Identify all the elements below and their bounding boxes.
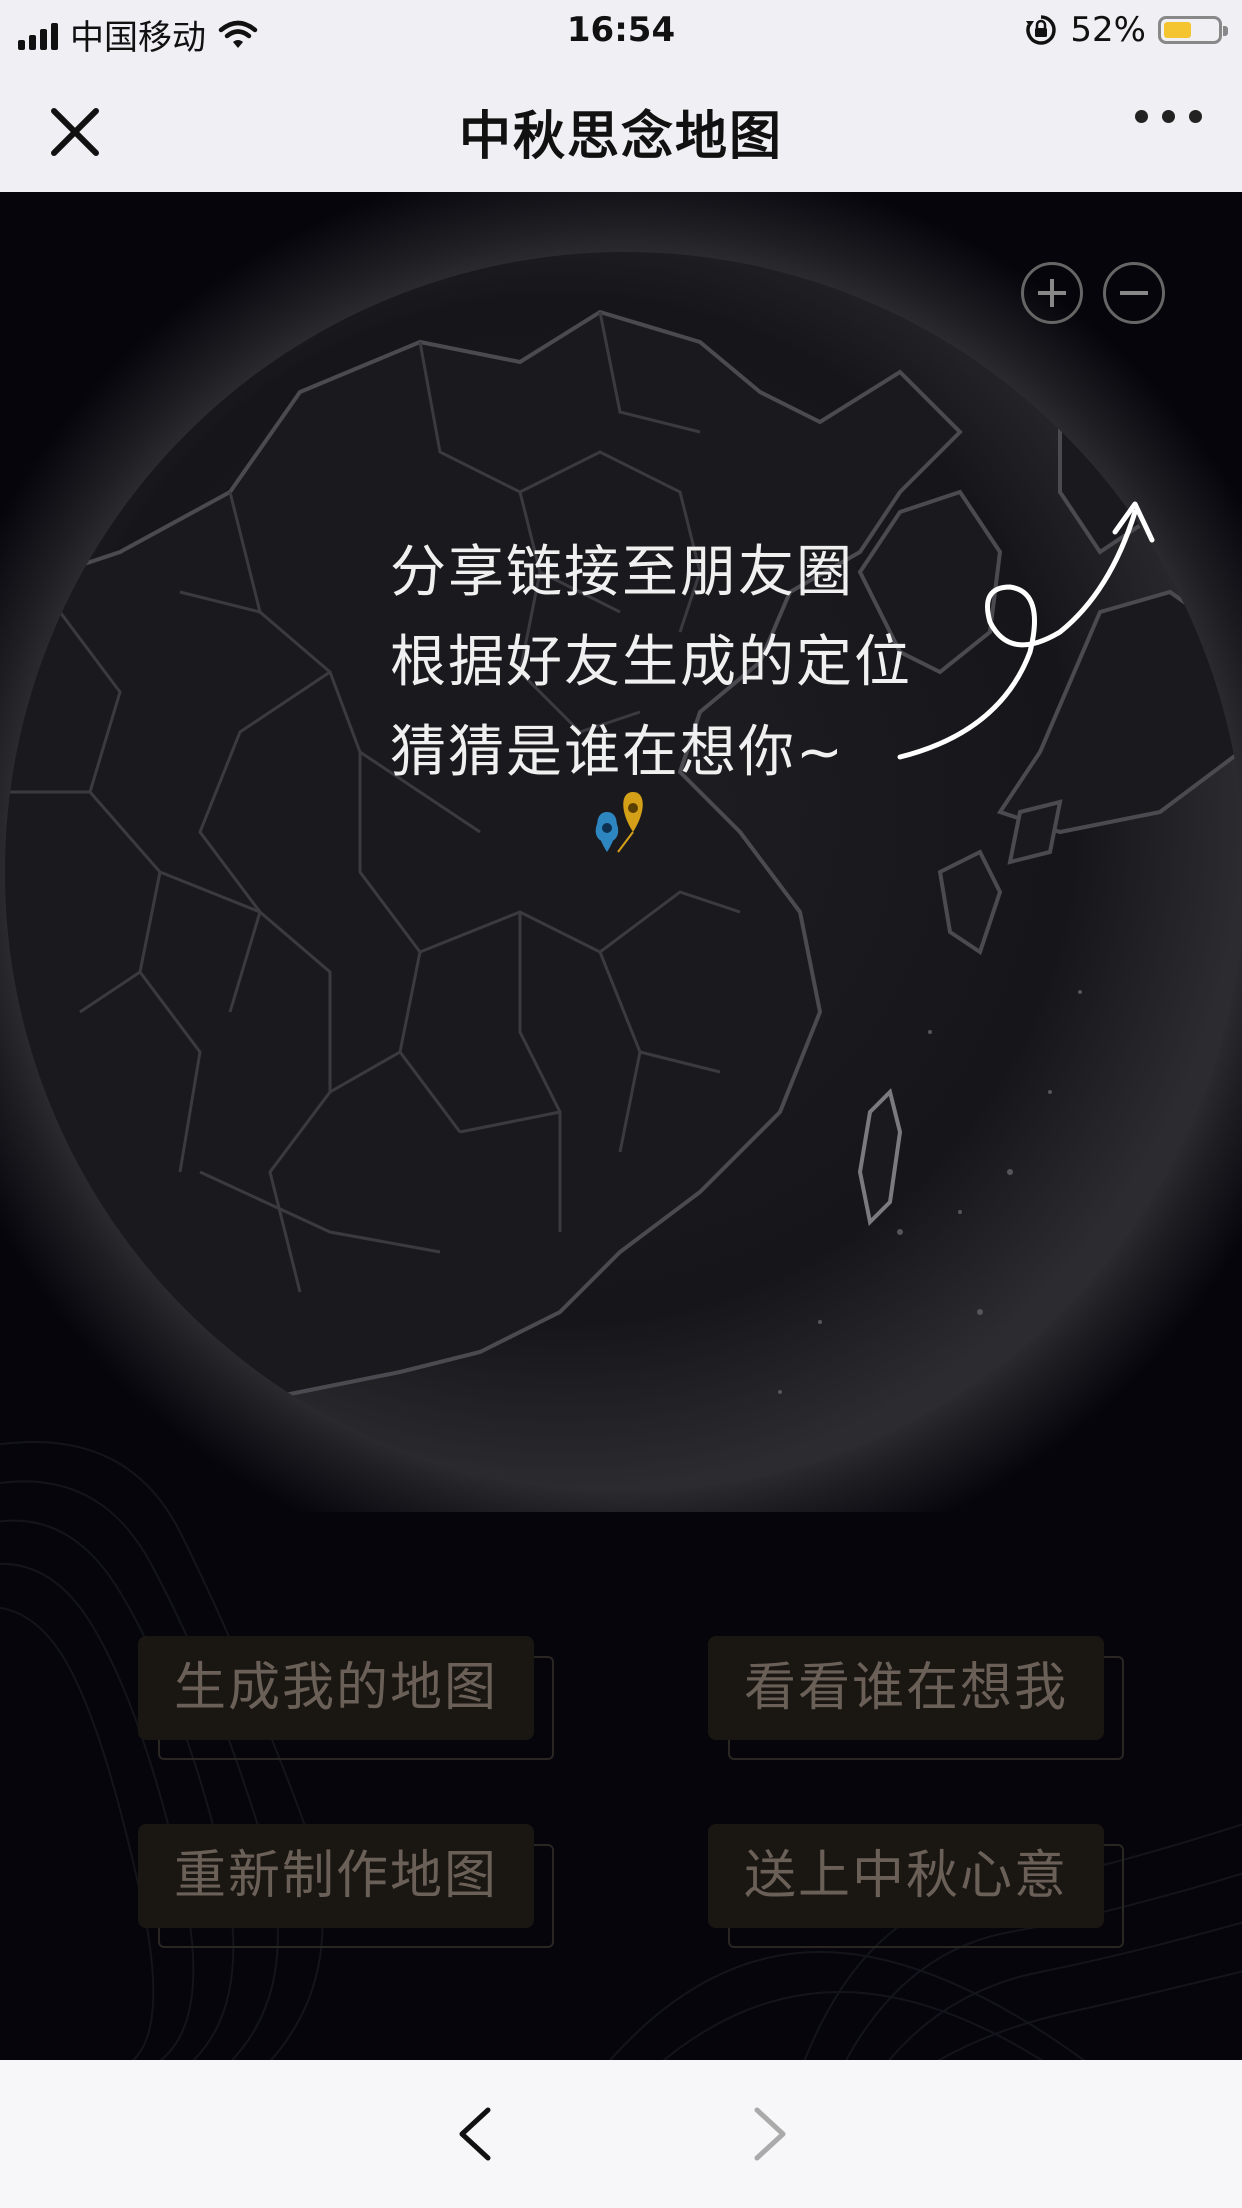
battery-icon (1158, 16, 1228, 44)
status-right: 52% (1024, 10, 1228, 50)
send-wishes-label: 送上中秋心意 (708, 1824, 1104, 1928)
status-bar: 中国移动 16:54 52% (0, 0, 1242, 62)
generate-map-label: 生成我的地图 (138, 1636, 534, 1740)
hint-line-1: 分享链接至朋友圈 (390, 540, 854, 605)
page-title: 中秋思念地图 (458, 107, 783, 167)
hint-line-2: 根据好友生成的定位 (390, 630, 912, 695)
generate-map-button[interactable]: 生成我的地图 (138, 1636, 554, 1760)
remake-map-label: 重新制作地图 (138, 1824, 534, 1928)
remake-map-button[interactable]: 重新制作地图 (138, 1824, 554, 1948)
zoom-in-button[interactable] (1021, 262, 1083, 324)
china-map-globe[interactable] (0, 192, 1242, 1512)
send-wishes-button[interactable]: 送上中秋心意 (708, 1824, 1124, 1948)
hint-line-3: 猜猜是谁在想你~ (390, 720, 845, 785)
title-bar: 中秋思念地图 (0, 62, 1242, 192)
more-icon[interactable] (1135, 110, 1202, 123)
battery-fill (1164, 22, 1191, 38)
zoom-out-button[interactable] (1103, 262, 1165, 324)
minus-icon (1120, 291, 1148, 295)
battery-percent: 52% (1070, 10, 1146, 50)
chevron-right-icon[interactable] (745, 2104, 795, 2164)
rotation-lock-icon (1026, 15, 1057, 45)
bottom-nav (0, 2060, 1242, 2208)
chevron-left-icon[interactable] (450, 2104, 500, 2164)
who-misses-me-button[interactable]: 看看谁在想我 (708, 1636, 1124, 1760)
who-misses-me-label: 看看谁在想我 (708, 1636, 1104, 1740)
main-area: 分享链接至朋友圈 根据好友生成的定位 猜猜是谁在想你~ 生成我的地图 看看谁在想… (0, 192, 1242, 2060)
plus-icon (1038, 279, 1066, 307)
